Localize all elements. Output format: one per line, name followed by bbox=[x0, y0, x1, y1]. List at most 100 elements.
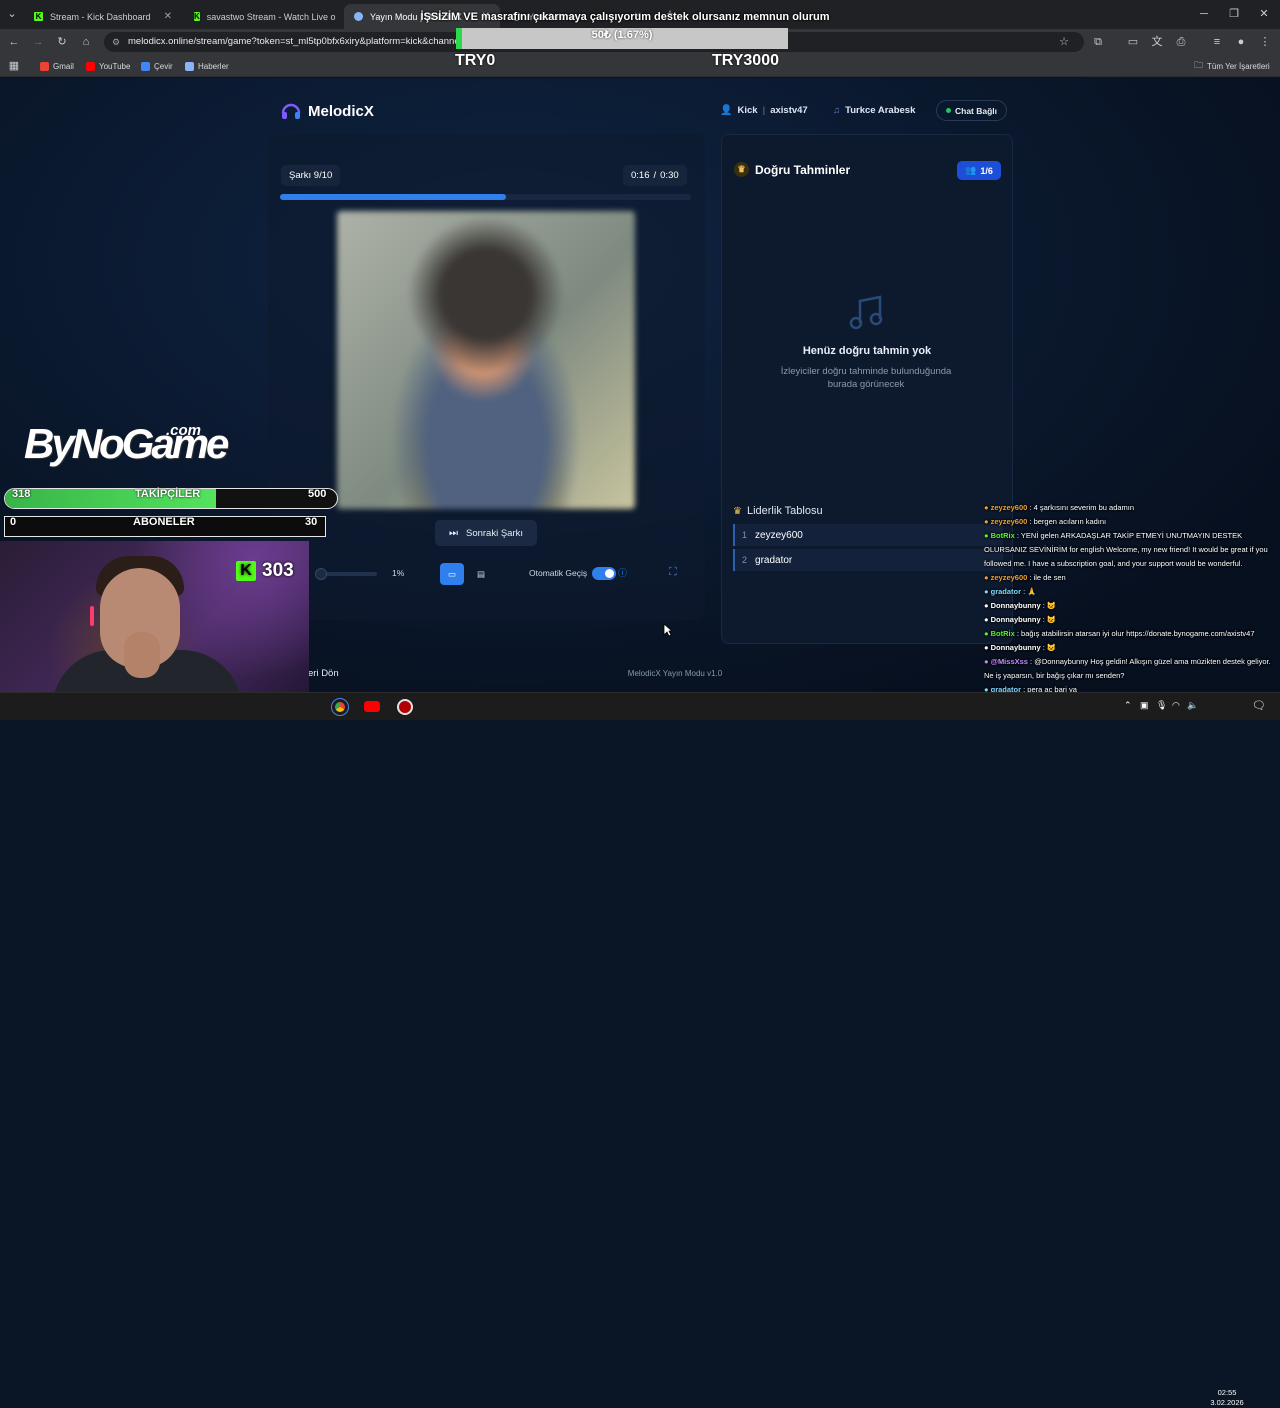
tab-savastwo-stream[interactable]: K savastwo Stream - Watch Live o ✕ bbox=[184, 4, 342, 29]
taskbar-clock[interactable]: 02:55 3.02.2026 bbox=[1202, 1388, 1252, 1408]
translate-icon[interactable]: 文 bbox=[1149, 34, 1165, 50]
chat-username: gradator bbox=[990, 587, 1022, 596]
volume-handle[interactable] bbox=[315, 568, 327, 580]
chat-text: : ile de sen bbox=[1027, 573, 1066, 582]
all-bookmarks[interactable]: 🗀 Tüm Yer İşaretleri bbox=[1194, 59, 1270, 73]
reload-icon[interactable]: ↻ bbox=[54, 34, 70, 50]
apps-grid-icon[interactable]: ▦ bbox=[6, 58, 22, 74]
chat-message: ● Donnaybunny : 😺 bbox=[984, 599, 1280, 613]
webcam-person-hand bbox=[124, 632, 160, 678]
bookmark-star-icon[interactable]: ☆ bbox=[1056, 34, 1072, 50]
extensions-icon[interactable]: ⧉ bbox=[1090, 34, 1106, 50]
bookmarks-bar: ▦ Gmail YouTube Çevir Haberler 🗀 Tüm Yer… bbox=[0, 55, 1280, 77]
info-icon[interactable]: ⓘ bbox=[618, 566, 627, 579]
song-progress-bar bbox=[280, 194, 691, 200]
chat-message: ● Donnaybunny : 😺 bbox=[984, 613, 1280, 627]
fullscreen-icon[interactable]: ⛶ bbox=[669, 566, 677, 579]
chat-text: : 😺 bbox=[1040, 601, 1057, 610]
donation-goal-max: TRY3000 bbox=[712, 52, 779, 69]
followers-label: TAKİPÇİLER bbox=[135, 488, 201, 500]
chat-badge-icon: ● bbox=[984, 615, 991, 624]
all-bookmarks-label: Tüm Yer İşaretleri bbox=[1207, 61, 1270, 71]
print-icon[interactable]: ⎙ bbox=[1173, 34, 1189, 50]
tab-kick-dashboard[interactable]: K Stream - Kick Dashboard ✕ bbox=[24, 4, 182, 29]
bookmark-label: YouTube bbox=[99, 61, 131, 71]
chat-username: zeyzey600 bbox=[990, 573, 1028, 582]
volume-value: 1% bbox=[392, 568, 405, 578]
chat-message: ● zeyzey600 : bergen acıların kadını bbox=[984, 515, 1280, 529]
next-song-label: Sonraki Şarkı bbox=[465, 527, 524, 539]
chat-badge-icon: ● bbox=[984, 587, 991, 596]
microphone-icon[interactable]: 🎙 bbox=[1156, 700, 1167, 711]
chat-badge-icon: ● bbox=[984, 503, 991, 512]
minimize-icon[interactable]: ─ bbox=[1196, 6, 1212, 22]
gmail-icon bbox=[40, 61, 49, 71]
player-controls: 1% ▭ ▤ Otomatik Geçiş ⓘ ⛶ bbox=[305, 560, 700, 588]
back-icon[interactable]: ← bbox=[6, 34, 22, 50]
home-icon[interactable]: ⌂ bbox=[78, 34, 94, 50]
media-icon[interactable]: ≡ bbox=[1209, 34, 1225, 50]
wifi-icon[interactable]: ◠ bbox=[1172, 700, 1180, 711]
cast-icon[interactable]: ▭ bbox=[1125, 34, 1141, 50]
globe-icon bbox=[354, 12, 363, 21]
auto-advance-toggle[interactable] bbox=[592, 567, 616, 580]
youtube-taskbar-icon[interactable] bbox=[364, 701, 380, 712]
chat-message: ● Donnaybunny : 😺 bbox=[984, 641, 1280, 655]
subscribers-goal: 30 bbox=[305, 516, 318, 528]
bookmark-youtube[interactable]: YouTube bbox=[86, 59, 130, 73]
chat-message: ● zeyzey600 : ile de sen bbox=[984, 571, 1280, 585]
obs-icon[interactable] bbox=[397, 699, 413, 715]
notifications-icon[interactable]: 🗨 bbox=[1252, 699, 1266, 712]
predictions-title: Doğru Tahminler bbox=[755, 162, 851, 177]
monitor-icon[interactable]: ▭ bbox=[440, 563, 464, 585]
volume-slider[interactable] bbox=[315, 568, 377, 580]
back-button[interactable]: eri Dön bbox=[308, 668, 339, 679]
bookmark-label: Çevir bbox=[154, 61, 173, 71]
tab-search-icon[interactable]: ⌄ bbox=[4, 6, 20, 22]
chat-message: ● BotRix : bağış atabilirsin atarsan iyi… bbox=[984, 627, 1280, 641]
time-separator: / bbox=[653, 170, 657, 181]
album-cover-blurred bbox=[337, 211, 635, 509]
forward-icon[interactable]: → bbox=[30, 34, 46, 50]
bookmark-gmail[interactable]: Gmail bbox=[40, 59, 74, 73]
time-total: 0:30 bbox=[660, 170, 679, 181]
kick-viewer-count: K 303 bbox=[236, 560, 294, 582]
empty-state-title: Henüz doğru tahmin yok bbox=[802, 345, 932, 357]
predictions-count: 1/6 bbox=[980, 165, 993, 176]
bookmark-label: Haberler bbox=[198, 61, 229, 71]
bookmark-label: Gmail bbox=[53, 61, 74, 71]
chat-badge-icon: ● bbox=[984, 601, 991, 610]
profile-icon[interactable]: ● bbox=[1233, 34, 1249, 50]
menu-icon[interactable]: ⋮ bbox=[1257, 34, 1273, 50]
logo-text: MelodicX bbox=[308, 102, 374, 120]
next-song-button[interactable]: ⏭ Sonraki Şarkı bbox=[435, 520, 537, 546]
tab-title: savastwo Stream - Watch Live o bbox=[206, 11, 336, 22]
leaderboard-name: zeyzey600 bbox=[755, 529, 803, 541]
tray-chevron-icon[interactable]: ⌃ bbox=[1124, 700, 1132, 711]
chat-username: BotRix bbox=[990, 629, 1015, 638]
donation-goal-min: TRY0 bbox=[455, 52, 496, 69]
chat-status-badge: Chat Bağlı bbox=[936, 100, 1008, 121]
chrome-icon[interactable] bbox=[331, 698, 349, 716]
restore-icon[interactable]: ❐ bbox=[1226, 6, 1242, 22]
site-info-icon[interactable]: ⚙ bbox=[112, 32, 120, 52]
headphone-light bbox=[90, 606, 94, 626]
playlist-name: Turkce Arabesk bbox=[845, 104, 916, 116]
song-progress-fill bbox=[280, 194, 507, 200]
window-close-icon[interactable]: ✕ bbox=[1256, 6, 1272, 22]
leaderboard-title: Liderlik Tablosu bbox=[746, 505, 823, 517]
followers-current: 318 bbox=[12, 488, 31, 500]
layout-icon[interactable]: ▤ bbox=[471, 563, 491, 585]
platform-name: Kick bbox=[737, 104, 758, 116]
bookmark-translate[interactable]: Çevir bbox=[141, 59, 173, 73]
volume-icon[interactable]: 🔈 bbox=[1187, 700, 1198, 711]
tray-app-icon[interactable]: ▣ bbox=[1140, 700, 1149, 711]
footer-version: MelodicX Yayın Modu v1.0 bbox=[627, 669, 723, 678]
subscribers-label: ABONELER bbox=[133, 516, 195, 528]
chat-badge-icon: ● bbox=[984, 531, 991, 540]
close-icon[interactable]: ✕ bbox=[164, 11, 172, 22]
leaderboard-rank: 2 bbox=[742, 555, 748, 565]
playlist-info: ♫ Turkce Arabesk bbox=[833, 100, 915, 120]
melodicx-logo[interactable]: MelodicX bbox=[280, 100, 374, 122]
bookmark-news[interactable]: Haberler bbox=[185, 59, 229, 73]
